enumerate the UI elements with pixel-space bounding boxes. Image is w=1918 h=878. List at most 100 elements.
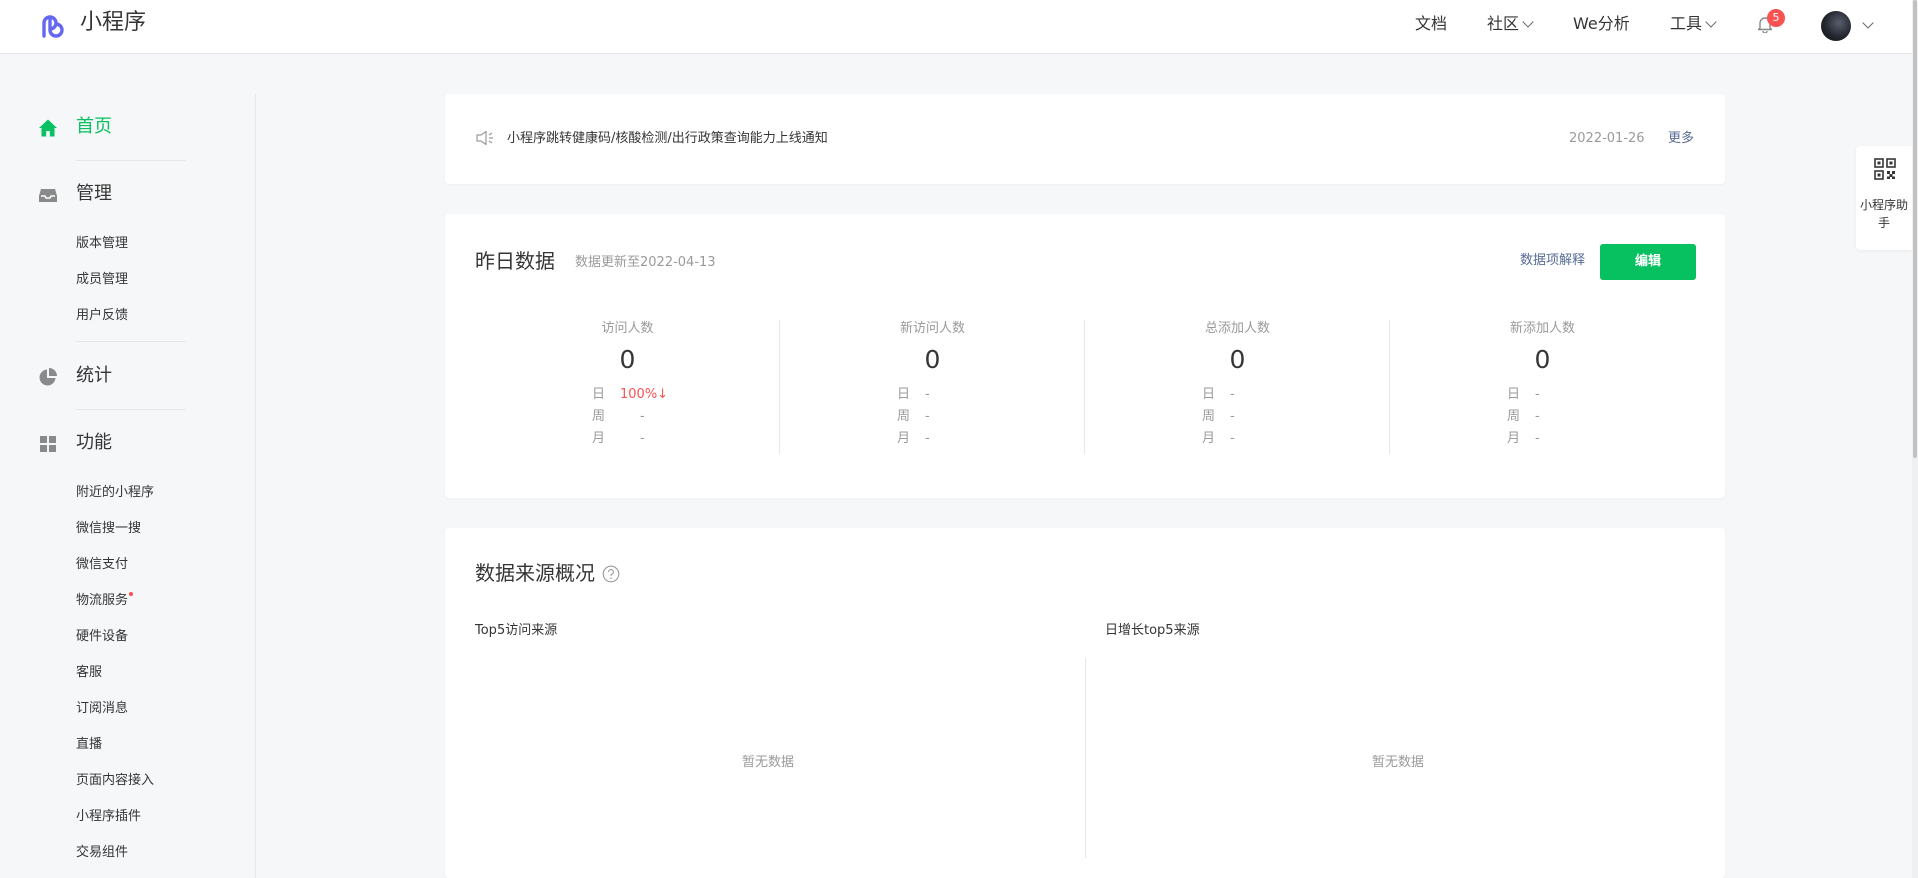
yesterday-data-card: 昨日数据 数据更新至2022-04-13 数据项解释 编辑 访问人数 0 日 10…: [445, 214, 1725, 498]
divider: [76, 341, 186, 342]
nav-community-label: 社区: [1487, 14, 1520, 33]
sidebar-item-subscribe[interactable]: 订阅消息: [76, 700, 128, 718]
row-label: 月: [1507, 431, 1521, 446]
nav-we-analysis-label: We分析: [1573, 14, 1630, 33]
notice-link[interactable]: 小程序跳转健康码/核酸检测/出行政策查询能力上线通知: [507, 130, 828, 148]
chevron-down-icon: [1522, 16, 1534, 28]
avatar[interactable]: [1821, 11, 1851, 41]
sidebar-item-logistics[interactable]: 物流服务: [76, 592, 134, 610]
row-label: 月: [897, 431, 911, 446]
data-source-card: 数据来源概况 Top5访问来源 日增长top5来源 暂无数据 暂无数据: [445, 528, 1725, 878]
pie-chart-icon: [39, 368, 57, 386]
metric-month-row: 月-: [1202, 430, 1235, 448]
divider: [76, 160, 186, 161]
metric-week-row: 周-: [1202, 408, 1235, 426]
metric-label: 新访问人数: [899, 321, 965, 336]
sidebar-item-hardware[interactable]: 硬件设备: [76, 628, 128, 646]
notice-date: 2022-01-26: [1569, 131, 1645, 146]
inbox-icon: [39, 189, 57, 202]
row-label: 周: [592, 409, 606, 424]
sidebar-item-nearby[interactable]: 附近的小程序: [76, 484, 154, 502]
sidebar-item-members[interactable]: 成员管理: [76, 271, 128, 289]
metric-label: 总添加人数: [1204, 321, 1270, 336]
metric-value: 0: [1534, 345, 1551, 374]
sidebar-item-home-label: 首页: [76, 116, 112, 137]
row-value: 100%↓: [620, 387, 669, 402]
sidebar-item-live[interactable]: 直播: [76, 736, 102, 754]
miniprogram-assistant[interactable]: 小程序助手: [1856, 146, 1912, 250]
metric-month-row: 月-: [1507, 430, 1540, 448]
row-value: -: [925, 409, 930, 424]
chevron-down-icon[interactable]: [1862, 17, 1874, 29]
edit-button[interactable]: 编辑: [1600, 244, 1696, 280]
update-time: 数据更新至2022-04-13: [575, 255, 716, 270]
section-title: 昨日数据: [475, 249, 555, 273]
brand-name[interactable]: 小程序: [80, 9, 146, 37]
row-value: -: [925, 431, 930, 446]
sidebar-item-service[interactable]: 客服: [76, 664, 102, 682]
metric-visitors: 访问人数 0 日 100%↓ 周- 月-: [475, 320, 780, 454]
row-value: -: [640, 409, 645, 424]
sidebar-item-plugins[interactable]: 小程序插件: [76, 808, 141, 826]
metric-label: 访问人数: [601, 321, 654, 336]
section-title: 数据来源概况: [475, 561, 595, 585]
row-value: -: [1535, 409, 1540, 424]
grid-icon: [40, 436, 56, 452]
sidebar-item-stats-label: 统计: [76, 365, 112, 386]
sidebar-item-page-content[interactable]: 页面内容接入: [76, 772, 154, 790]
home-icon: [39, 119, 57, 137]
sidebar-item-pay[interactable]: 微信支付: [76, 556, 128, 574]
metric-label: 新添加人数: [1509, 321, 1575, 336]
chevron-down-icon: [1705, 16, 1717, 28]
row-label: 日: [1507, 387, 1521, 402]
top-bar: 小程序 文档 社区 We分析 工具 5: [0, 0, 1918, 54]
help-icon[interactable]: [602, 565, 620, 583]
notification-badge: 5: [1767, 9, 1785, 27]
metric-day-row: 日-: [1202, 386, 1235, 404]
daily-growth-title: 日增长top5来源: [1105, 623, 1200, 638]
metric-month-row: 月-: [592, 430, 645, 448]
divider: [76, 409, 186, 410]
metric-day-row: 日-: [897, 386, 930, 404]
nav-tools-label: 工具: [1670, 14, 1703, 33]
top5-sources-title: Top5访问来源: [475, 623, 558, 638]
miniprogram-logo-icon[interactable]: [38, 8, 72, 42]
metric-new-adds: 新添加人数 0 日- 周- 月-: [1390, 320, 1695, 454]
row-label: 周: [897, 409, 911, 424]
metric-total-adds: 总添加人数 0 日- 周- 月-: [1085, 320, 1390, 454]
metric-value: 0: [619, 345, 636, 374]
nav-tools[interactable]: 工具: [1670, 14, 1717, 34]
row-value: -: [1535, 387, 1540, 402]
sidebar-item-version[interactable]: 版本管理: [76, 235, 128, 253]
nav-docs[interactable]: 文档: [1415, 14, 1447, 34]
empty-state: 暂无数据: [1372, 755, 1425, 770]
sidebar-item-trade[interactable]: 交易组件: [76, 844, 128, 862]
nav-community[interactable]: 社区: [1487, 14, 1534, 34]
metric-new-visitors: 新访问人数 0 日- 周- 月-: [780, 320, 1085, 454]
nav-we-analysis[interactable]: We分析: [1573, 14, 1630, 34]
sidebar-item-feedback[interactable]: 用户反馈: [76, 307, 128, 325]
row-label: 周: [1507, 409, 1521, 424]
sidebar-divider: [255, 94, 256, 878]
row-label: 月: [592, 431, 606, 446]
row-value: -: [925, 387, 930, 402]
row-value: -: [1230, 409, 1235, 424]
sidebar-item-logistics-label: 物流服务: [76, 593, 129, 608]
metric-week-row: 周-: [592, 408, 645, 426]
row-label: 日: [897, 387, 911, 402]
more-link[interactable]: 更多: [1668, 130, 1694, 148]
row-value: -: [1230, 431, 1235, 446]
sidebar-item-features-label: 功能: [76, 432, 112, 453]
empty-state: 暂无数据: [742, 755, 795, 770]
metric-day-row: 日 100%↓: [592, 386, 668, 404]
row-label: 月: [1202, 431, 1216, 446]
row-value: -: [1535, 431, 1540, 446]
new-dot: [129, 592, 134, 596]
row-value: -: [640, 431, 645, 446]
scrollbar-thumb[interactable]: [1913, 0, 1917, 458]
data-explain-link[interactable]: 数据项解释: [1520, 252, 1585, 270]
sidebar-item-search[interactable]: 微信搜一搜: [76, 520, 141, 538]
row-label: 日: [1202, 387, 1216, 402]
notice-card: 小程序跳转健康码/核酸检测/出行政策查询能力上线通知 2022-01-26 更多: [445, 94, 1725, 184]
sidebar: [0, 54, 256, 878]
